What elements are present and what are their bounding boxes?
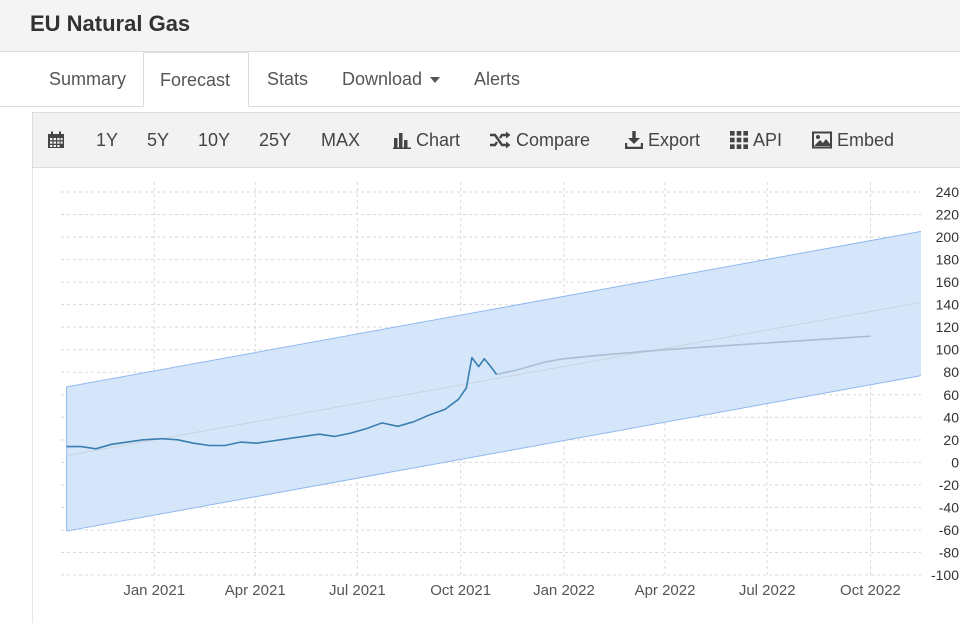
y-tick-label: -40 bbox=[939, 499, 959, 515]
embed-button-label: Embed bbox=[837, 130, 895, 150]
x-tick-label: Apr 2022 bbox=[635, 582, 696, 599]
y-tick-label: 100 bbox=[936, 342, 960, 358]
caret-down-icon bbox=[430, 77, 441, 84]
y-tick-label: 220 bbox=[936, 207, 960, 223]
download-icon bbox=[624, 131, 644, 150]
api-button[interactable]: API bbox=[730, 113, 782, 167]
x-tick-label: Oct 2021 bbox=[430, 582, 491, 599]
page-header: EU Natural Gas bbox=[0, 0, 960, 52]
tab-download-label: Download bbox=[342, 69, 423, 89]
y-tick-label: 160 bbox=[936, 274, 960, 290]
chart-button-label: Chart bbox=[416, 130, 461, 150]
y-tick-label: -20 bbox=[939, 477, 959, 493]
range-10y-button[interactable]: 10Y bbox=[198, 113, 230, 167]
compare-button[interactable]: Compare bbox=[489, 113, 590, 167]
calendar-button[interactable] bbox=[47, 113, 70, 167]
range-25y-button[interactable]: 25Y bbox=[259, 113, 291, 167]
tab-forecast[interactable]: Forecast bbox=[143, 52, 249, 107]
calendar-icon bbox=[48, 131, 64, 148]
y-tick-label: 240 bbox=[936, 184, 960, 200]
range-max-button[interactable]: MAX bbox=[321, 113, 360, 167]
embed-button[interactable]: Embed bbox=[812, 113, 894, 167]
y-tick-label: -60 bbox=[939, 522, 959, 538]
chart-button[interactable]: Chart bbox=[393, 113, 460, 167]
x-tick-label: Apr 2021 bbox=[225, 582, 286, 599]
image-icon bbox=[812, 131, 832, 149]
y-tick-label: 80 bbox=[943, 364, 959, 380]
forecast-chart-area: 240 220 200 180 160 140 120 100 80 60 40 20 0 -20 -40-… bbox=[32, 168, 960, 623]
tab-bar: Summary Forecast Stats Download Alerts bbox=[0, 52, 960, 107]
x-tick-label: Jul 2022 bbox=[739, 582, 796, 599]
y-tick-label: 60 bbox=[943, 387, 959, 403]
y-tick-label: 140 bbox=[936, 297, 960, 313]
x-tick-label: Jan 2022 bbox=[533, 582, 595, 599]
y-tick-label: 120 bbox=[936, 319, 960, 335]
x-tick-label: Jan 2021 bbox=[123, 582, 185, 599]
tab-summary[interactable]: Summary bbox=[33, 52, 142, 106]
api-button-label: API bbox=[753, 130, 783, 150]
export-button-label: Export bbox=[648, 130, 701, 150]
range-1y-button[interactable]: 1Y bbox=[96, 113, 118, 167]
x-tick-label: Oct 2022 bbox=[840, 582, 901, 599]
shuffle-icon bbox=[490, 131, 511, 149]
y-tick-label: 40 bbox=[943, 409, 959, 425]
chart-toolbar: 1Y 5Y 10Y 25Y MAX Chart Compare Export A… bbox=[32, 112, 960, 168]
y-tick-label: 20 bbox=[943, 432, 959, 448]
confidence-band bbox=[66, 231, 921, 532]
y-tick-label: -100 bbox=[931, 567, 959, 583]
tab-stats[interactable]: Stats bbox=[251, 52, 324, 106]
x-tick-label: Jul 2021 bbox=[329, 582, 386, 599]
grid-icon bbox=[730, 131, 748, 149]
compare-button-label: Compare bbox=[516, 130, 591, 150]
page-title: EU Natural Gas bbox=[30, 11, 191, 36]
forecast-chart: 240220200180160140120100806040200-20-40-… bbox=[61, 182, 960, 599]
y-tick-label: -80 bbox=[939, 544, 959, 560]
y-tick-label: 180 bbox=[936, 252, 960, 268]
y-tick-label: 200 bbox=[936, 229, 960, 245]
y-tick-label: 0 bbox=[951, 454, 959, 470]
bar-chart-icon bbox=[393, 133, 411, 149]
export-button[interactable]: Export bbox=[624, 113, 701, 167]
tab-download[interactable]: Download bbox=[326, 52, 456, 106]
range-5y-button[interactable]: 5Y bbox=[147, 113, 169, 167]
tab-alerts[interactable]: Alerts bbox=[458, 52, 536, 106]
